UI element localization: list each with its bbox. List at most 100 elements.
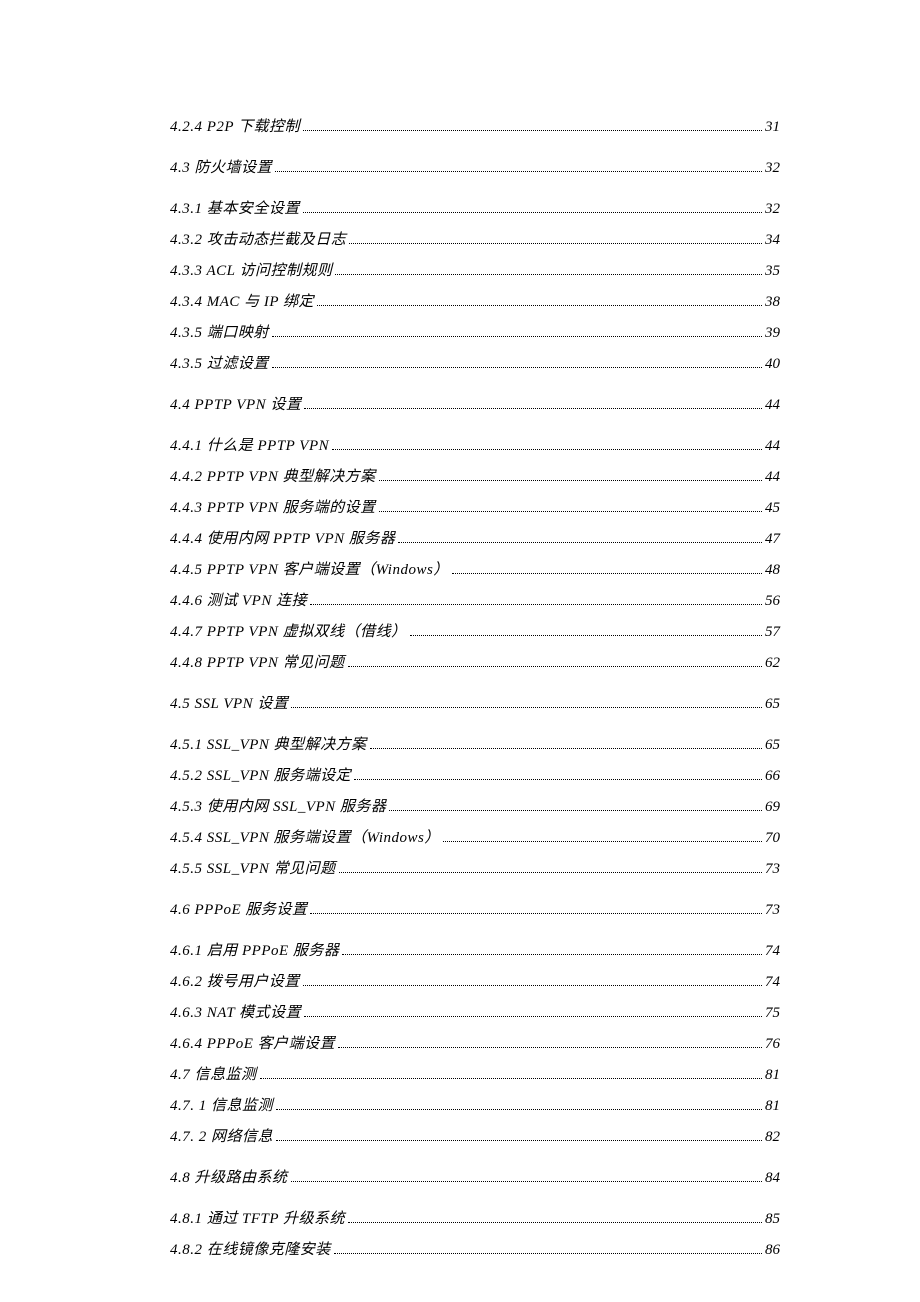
toc-entry: 4.8 升级路由系统 84 <box>170 1166 780 1187</box>
toc-dots <box>303 212 762 213</box>
toc-gap <box>170 785 780 795</box>
toc-gap <box>170 579 780 589</box>
toc-entry: 4.4 PPTP VPN 设置44 <box>170 393 780 414</box>
toc-entry-label: 4.5.4 SSL_VPN 服务端设置（Windows） <box>170 826 440 847</box>
toc-entry-label: 4.4.8 PPTP VPN 常见问题 <box>170 651 345 672</box>
toc-dots <box>272 336 762 337</box>
toc-dots <box>310 604 762 605</box>
toc-gap <box>170 816 780 826</box>
toc-entry-label: 4.5.1 SSL_VPN 典型解决方案 <box>170 733 367 754</box>
toc-entry-page: 65 <box>765 696 780 713</box>
toc-gap <box>170 342 780 352</box>
toc-dots <box>332 449 762 450</box>
toc-dots <box>370 748 762 749</box>
toc-entry-page: 44 <box>765 438 780 455</box>
toc-gap <box>170 919 780 939</box>
toc-entry-label: 4.3.5 端口映射 <box>170 321 269 342</box>
toc-dots <box>272 367 762 368</box>
toc-entry-label: 4.8 升级路由系统 <box>170 1166 288 1187</box>
toc-dots <box>335 274 762 275</box>
toc-entry: 4.4.3 PPTP VPN 服务端的设置45 <box>170 496 780 517</box>
toc-entry-label: 4.3.4 MAC 与 IP 绑定 <box>170 290 314 311</box>
toc-dots <box>317 305 762 306</box>
toc-dots <box>398 542 762 543</box>
toc-dots <box>410 635 762 636</box>
toc-page: 4.2.4 P2P 下载控制314.3 防火墙设置324.3.1 基本安全设置3… <box>0 0 920 1302</box>
toc-entry: 4.5.3 使用内网 SSL_VPN 服务器69 <box>170 795 780 816</box>
toc-entry: 4.4.5 PPTP VPN 客户端设置（Windows）48 <box>170 558 780 579</box>
toc-gap <box>170 847 780 857</box>
toc-dots <box>291 1181 762 1182</box>
toc-gap <box>170 610 780 620</box>
toc-entry-page: 56 <box>765 593 780 610</box>
toc-dots <box>379 480 762 481</box>
toc-entry-page: 47 <box>765 531 780 548</box>
toc-entry-label: 4.3.3 ACL 访问控制规则 <box>170 259 332 280</box>
toc-dots <box>379 511 762 512</box>
toc-entry-page: 38 <box>765 294 780 311</box>
toc-entry: 4.7 信息监测81 <box>170 1063 780 1084</box>
toc-dots <box>348 1222 762 1223</box>
toc-entry-page: 70 <box>765 830 780 847</box>
toc-dots <box>310 913 762 914</box>
toc-entry-page: 84 <box>765 1170 780 1187</box>
toc-entry-page: 31 <box>765 119 780 136</box>
toc-gap <box>170 249 780 259</box>
toc-gap <box>170 455 780 465</box>
toc-gap <box>170 486 780 496</box>
toc-gap <box>170 1053 780 1063</box>
toc-gap <box>170 136 780 156</box>
toc-dots <box>260 1078 762 1079</box>
toc-dots <box>304 1016 762 1017</box>
toc-entry: 4.4.7 PPTP VPN 虚拟双线（借线） 57 <box>170 620 780 641</box>
toc-entry: 4.3 防火墙设置32 <box>170 156 780 177</box>
toc-dots <box>334 1253 762 1254</box>
toc-dots <box>452 573 762 574</box>
toc-entry: 4.8.2 在线镜像克隆安装86 <box>170 1238 780 1259</box>
toc-gap <box>170 1022 780 1032</box>
toc-entry: 4.7. 2 网络信息 82 <box>170 1125 780 1146</box>
toc-entry-page: 85 <box>765 1211 780 1228</box>
toc-entry-page: 65 <box>765 737 780 754</box>
toc-entry-label: 4.6.1 启用 PPPoE 服务器 <box>170 939 339 960</box>
toc-dots <box>291 707 762 708</box>
toc-dots <box>342 954 762 955</box>
toc-entry: 4.6.1 启用 PPPoE 服务器 74 <box>170 939 780 960</box>
toc-entry-label: 4.4.1 什么是 PPTP VPN <box>170 434 329 455</box>
toc-entry-page: 57 <box>765 624 780 641</box>
toc-entry: 4.3.2 攻击动态拦截及日志34 <box>170 228 780 249</box>
toc-entry-label: 4.4.7 PPTP VPN 虚拟双线（借线） <box>170 620 407 641</box>
toc-entry-label: 4.7. 2 网络信息 <box>170 1125 273 1146</box>
toc-entry: 4.4.2 PPTP VPN 典型解决方案44 <box>170 465 780 486</box>
toc-entry: 4.8.1 通过 TFTP 升级系统85 <box>170 1207 780 1228</box>
toc-list: 4.2.4 P2P 下载控制314.3 防火墙设置324.3.1 基本安全设置3… <box>170 115 780 1259</box>
toc-gap <box>170 672 780 692</box>
toc-entry: 4.5.1 SSL_VPN 典型解决方案 65 <box>170 733 780 754</box>
toc-entry-label: 4.3.1 基本安全设置 <box>170 197 300 218</box>
toc-dots <box>354 779 762 780</box>
toc-entry-page: 74 <box>765 974 780 991</box>
toc-entry-page: 40 <box>765 356 780 373</box>
toc-gap <box>170 548 780 558</box>
toc-gap <box>170 311 780 321</box>
toc-entry-label: 4.4.2 PPTP VPN 典型解决方案 <box>170 465 376 486</box>
toc-gap <box>170 414 780 434</box>
toc-dots <box>276 1140 762 1141</box>
toc-entry: 4.4.6 测试 VPN 连接56 <box>170 589 780 610</box>
toc-dots <box>389 810 762 811</box>
toc-gap <box>170 713 780 733</box>
toc-entry-label: 4.3.2 攻击动态拦截及日志 <box>170 228 346 249</box>
toc-entry-page: 35 <box>765 263 780 280</box>
toc-entry: 4.5.2 SSL_VPN 服务端设定66 <box>170 764 780 785</box>
toc-entry: 4.4.1 什么是 PPTP VPN 44 <box>170 434 780 455</box>
toc-entry: 4.6.3 NAT 模式设置75 <box>170 1001 780 1022</box>
toc-gap <box>170 1115 780 1125</box>
toc-entry-page: 82 <box>765 1129 780 1146</box>
toc-entry-page: 48 <box>765 562 780 579</box>
toc-entry-page: 66 <box>765 768 780 785</box>
toc-entry: 4.3.5 过滤设置40 <box>170 352 780 373</box>
toc-entry: 4.3.3 ACL 访问控制规则 35 <box>170 259 780 280</box>
toc-gap <box>170 754 780 764</box>
toc-entry-page: 74 <box>765 943 780 960</box>
toc-dots <box>443 841 762 842</box>
